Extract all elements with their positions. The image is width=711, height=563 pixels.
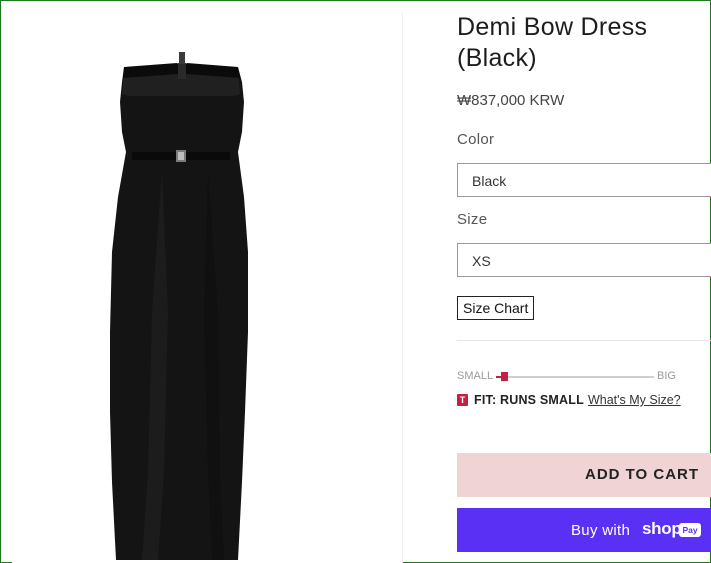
size-select-value: XS [472,253,491,269]
color-select[interactable]: Black [457,163,711,197]
fit-scale-small-label: SMALL [457,370,494,382]
product-price: ₩837,000 KRW [457,92,565,109]
product-info-panel: Demi Bow Dress (Black) ₩837,000 KRW Colo… [457,0,711,563]
fit-scale: SMALL BIG [457,370,711,384]
fit-scale-marker [500,372,508,381]
true-to-fit-badge-icon: T [457,394,468,406]
add-to-cart-label: ADD TO CART [585,466,700,483]
fit-scale-big-label: BIG [657,370,676,382]
product-photo [110,52,248,560]
shop-pay-button[interactable]: Buy with shop Pay [457,508,711,552]
color-select-value: Black [472,173,507,189]
product-image-panel [12,12,403,563]
divider [457,340,711,341]
fit-indicator: T FIT: RUNS SMALL What's My Size? [457,393,681,407]
pay-pill-icon: Pay [679,523,701,537]
size-label: Size [457,211,488,228]
fit-scale-track [496,376,654,378]
buy-with-label: Buy with [571,522,631,539]
shop-pay-logo: shop [642,519,682,538]
whats-my-size-link[interactable]: What's My Size? [588,393,681,407]
add-to-cart-button[interactable]: ADD TO CART [457,453,711,497]
size-select[interactable]: XS [457,243,711,277]
pay-pill-label: Pay [682,525,698,535]
product-title: Demi Bow Dress (Black) [457,13,648,72]
fit-text: FIT: RUNS SMALL [474,393,584,407]
size-chart-button[interactable]: Size Chart [457,296,535,320]
color-label: Color [457,131,495,148]
